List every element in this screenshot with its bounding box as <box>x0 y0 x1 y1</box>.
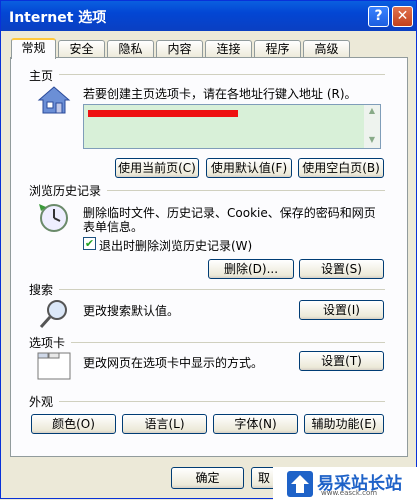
dialog-window: Internet 选项 ? ✕ 常规 安全 隐私 内容 连接 程序 高级 主页 … <box>0 0 417 500</box>
history-icon <box>39 204 68 232</box>
use-blank-button[interactable]: 使用空白页(B) <box>298 158 384 178</box>
fonts-button[interactable]: 字体(N) <box>213 414 298 434</box>
tab-advanced[interactable]: 高级 <box>303 40 350 58</box>
redacted-address <box>88 110 238 117</box>
accessibility-button[interactable]: 辅助功能(E) <box>304 414 384 434</box>
tab-connections[interactable]: 连接 <box>205 40 252 58</box>
close-button[interactable]: ✕ <box>392 6 413 27</box>
home-description: 若要创建主页选项卡，请在各地址行键入地址 (R)。 <box>83 87 357 101</box>
colors-button[interactable]: 颜色(O) <box>31 414 116 434</box>
address-scrollbar[interactable]: ▲ ▼ <box>364 105 380 148</box>
home-section-title: 主页 <box>29 69 54 83</box>
search-icon <box>39 300 67 329</box>
history-divider <box>107 190 385 191</box>
tabs-icon <box>37 352 71 380</box>
tab-security[interactable]: 安全 <box>58 40 105 58</box>
delete-on-exit-checkbox[interactable]: ✔ <box>83 237 96 250</box>
tab-content[interactable]: 内容 <box>156 40 203 58</box>
help-button[interactable]: ? <box>368 6 389 27</box>
ok-button[interactable]: 确定 <box>171 467 244 489</box>
home-address-box[interactable]: ▲ ▼ <box>83 104 381 149</box>
tabs-divider <box>71 342 385 343</box>
languages-button[interactable]: 语言(L) <box>122 414 207 434</box>
tab-privacy[interactable]: 隐私 <box>107 40 154 58</box>
appearance-section-title: 外观 <box>29 395 54 409</box>
history-description-line2: 表单信息。 <box>83 220 144 234</box>
tab-programs[interactable]: 程序 <box>254 40 301 58</box>
home-icon <box>37 86 71 114</box>
tab-general[interactable]: 常规 <box>11 38 56 59</box>
watermark-url: www.easck.com <box>321 489 378 497</box>
window-title: Internet 选项 <box>9 10 107 26</box>
title-bar[interactable]: Internet 选项 ? ✕ <box>1 1 416 31</box>
scroll-down-icon[interactable]: ▼ <box>366 135 378 144</box>
history-section-title: 浏览历史记录 <box>29 184 102 198</box>
tabs-description: 更改网页在选项卡中显示的方式。 <box>83 356 264 370</box>
delete-on-exit-label[interactable]: 退出时删除浏览历史记录(W) <box>99 237 252 254</box>
search-section-title: 搜索 <box>29 283 54 297</box>
search-settings-button[interactable]: 设置(I) <box>299 300 384 320</box>
history-delete-button[interactable]: 删除(D)... <box>208 259 294 279</box>
appearance-divider <box>59 401 385 402</box>
tabs-settings-button[interactable]: 设置(T) <box>299 351 384 371</box>
watermark-logo-icon <box>287 471 313 497</box>
use-default-button[interactable]: 使用默认值(F) <box>206 158 292 178</box>
home-divider <box>59 74 385 75</box>
watermark: 易采站长站 www.easck.com <box>273 467 417 500</box>
history-settings-button[interactable]: 设置(S) <box>299 259 384 279</box>
search-divider <box>59 289 385 290</box>
search-description: 更改搜索默认值。 <box>83 304 180 318</box>
scroll-up-icon[interactable]: ▲ <box>366 106 378 115</box>
use-current-button[interactable]: 使用当前页(C) <box>115 158 199 178</box>
